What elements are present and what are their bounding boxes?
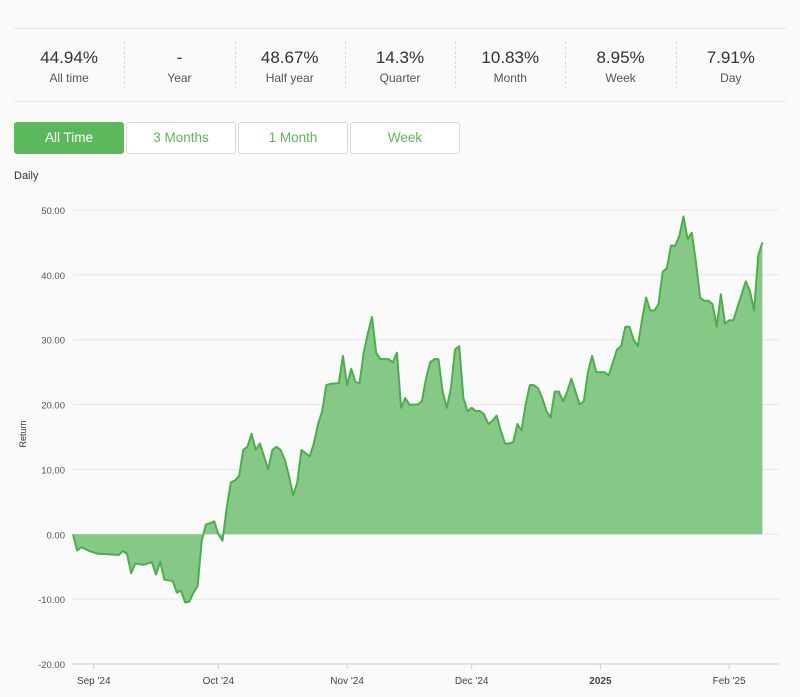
x-tick-label: Dec '24 [455, 676, 489, 687]
y-tick-label: 40.00 [41, 271, 65, 282]
y-tick-label: 10.00 [41, 465, 65, 476]
y-tick-label: -20.00 [38, 660, 65, 671]
x-tick-label: Sep '24 [77, 676, 111, 687]
x-tick-label: Oct '24 [203, 676, 235, 687]
x-tick-label: Nov '24 [330, 676, 364, 687]
y-tick-label: 30.00 [41, 336, 65, 347]
y-tick-label: 20.00 [41, 401, 65, 412]
y-tick-label: 0.00 [47, 530, 66, 541]
y-tick-label: 50.00 [41, 206, 65, 217]
y-tick-label: -10.00 [38, 595, 65, 606]
x-tick-label: 2025 [589, 676, 612, 687]
return-area-chart: -20.00 -10.00 0.00 10.00 20.00 30.00 40.00 50.0… [18, 206, 779, 687]
y-axis-label: Return [18, 420, 28, 447]
x-tick-label: Feb '25 [713, 676, 746, 687]
